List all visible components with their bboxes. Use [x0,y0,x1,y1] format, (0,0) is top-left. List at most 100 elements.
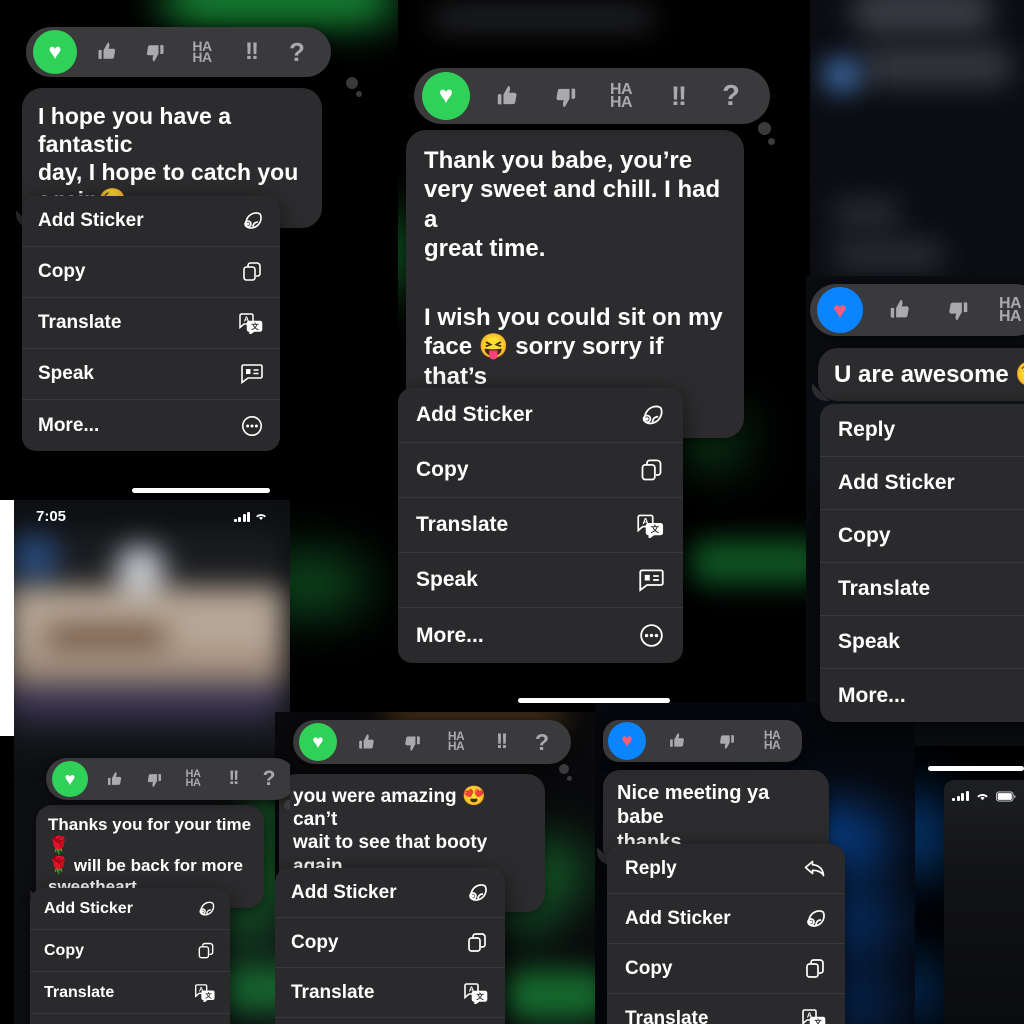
add-sticker-icon [465,881,489,905]
menu-item-speak[interactable]: Speak [398,553,683,608]
translate-icon: A文 [636,513,665,538]
menu-item-copy[interactable]: Copy [607,944,845,994]
menu-item-speak[interactable]: Speak [820,616,1024,669]
menu-item-speak[interactable]: Speak [275,1018,505,1024]
reaction-heart-selected[interactable]: ♥ [33,30,77,74]
reaction-bar[interactable]: ♥ HA HA !! ? [293,720,572,781]
reaction-haha[interactable]: HA HA [750,729,794,751]
bubble-line: face 😝 sorry sorry if that’s [424,333,664,390]
reaction-question[interactable]: ? [275,37,319,68]
wifi-icon [976,793,988,801]
menu-item-copy[interactable]: Copy [275,918,505,968]
reaction-thumbs-down[interactable] [536,83,592,110]
reaction-exclamation[interactable]: !! [479,730,523,754]
reaction-exclamation[interactable]: !! [214,768,252,790]
menu-item-more[interactable]: More... [22,400,280,451]
reaction-thumbs-up[interactable] [873,297,929,323]
menu-item-copy[interactable]: Copy [30,930,230,972]
menu-item-label: Translate [838,577,931,600]
reaction-thumbs-down[interactable] [929,297,985,323]
menu-item-translate[interactable]: Translate [820,563,1024,616]
panel-right: ♥ HAHA U are awesome 😘 Reply Add Sticker [806,276,1024,746]
menu-item-translate[interactable]: Translate A文 [398,498,683,553]
reaction-haha[interactable]: HA HA [172,768,214,788]
speak-icon [638,568,665,593]
reaction-question[interactable]: ? [706,80,756,113]
reaction-bar-tail-large [346,77,358,89]
reaction-heart-selected[interactable]: ♥ [422,72,470,120]
svg-text:文: 文 [651,524,660,534]
haha-line-2: HA [998,308,1022,325]
reaction-bar-tail-large [758,122,771,135]
speak-icon [240,363,264,385]
reaction-thumbs-down[interactable] [389,732,433,753]
thumbs-down-icon [147,773,161,787]
bubble-blank-line [424,263,726,303]
reaction-exclamation[interactable]: !! [650,81,706,112]
reaction-heart-selected[interactable]: ♥ [817,287,863,333]
bubble-line: Thank you babe, you’re [424,147,693,174]
menu-item-reply[interactable]: Reply [820,404,1024,457]
reply-icon [803,858,827,880]
menu-item-label: Add Sticker [291,881,397,903]
reaction-haha[interactable]: HA HA [592,81,650,111]
menu-item-copy[interactable]: Copy [820,510,1024,563]
menu-item-label: Translate [44,983,115,1001]
wifi-icon [256,514,266,520]
more-icon [638,622,665,649]
menu-item-speak[interactable]: Speak [30,1014,230,1024]
menu-item-translate[interactable]: Translate A文 [275,968,505,1018]
menu-item-add-sticker[interactable]: Add Sticker [820,457,1024,510]
panel-bottom-right: ♥ HA HA Nice meeting ya babe thanks Reply [595,702,915,1024]
menu-item-reply[interactable]: Reply [607,844,845,894]
bubble-line: Nice meeting ya babe [617,782,770,829]
message-bubble[interactable]: U are awesome 😘 [818,348,1024,402]
haha-line-2: HA [192,49,212,65]
reaction-thumbs-down[interactable] [702,731,750,751]
menu-item-add-sticker[interactable]: Add Sticker [22,196,280,247]
menu-item-more[interactable]: More... [398,608,683,663]
menu-item-label: Translate [291,981,375,1003]
menu-item-translate[interactable]: Translate A文 [30,972,230,1014]
reaction-haha[interactable]: HA HA [177,39,227,65]
menu-item-label: Add Sticker [838,471,955,494]
reaction-thumbs-up[interactable] [480,83,536,110]
reaction-thumbs-down[interactable] [134,770,172,789]
reaction-heart-selected[interactable]: ♥ [608,722,646,760]
reaction-heart-selected[interactable]: ♥ [299,723,337,761]
menu-item-copy[interactable]: Copy [398,443,683,498]
menu-item-add-sticker[interactable]: Add Sticker [275,868,505,918]
menu-item-add-sticker[interactable]: Add Sticker [398,388,683,443]
reaction-bar[interactable]: ♥ HA HA [603,720,802,762]
translate-icon: A文 [463,982,489,1004]
reaction-haha[interactable]: HA HA [985,295,1024,325]
reaction-question[interactable]: ? [252,767,286,791]
menu-item-copy[interactable]: Copy [22,247,280,298]
menu-item-add-sticker[interactable]: Add Sticker [30,888,230,930]
reaction-question[interactable]: ? [523,729,561,756]
menu-item-translate[interactable]: Translate A文 [607,994,845,1024]
reaction-bar[interactable]: ♥ HA HA !! ? [26,27,362,97]
reaction-bar-tail-small [356,91,362,97]
reaction-thumbs-up[interactable] [654,731,702,751]
reaction-bar[interactable]: ♥ HA HA [810,284,1024,336]
reaction-bar[interactable]: ♥ HA HA !! ? [46,758,290,810]
menu-item-more[interactable]: More... [820,669,1024,722]
haha-line-2: HA [609,94,633,111]
reaction-haha[interactable]: HA HA [433,730,479,752]
reaction-bar[interactable]: ♥ HA HA !! ? [414,68,775,145]
reaction-thumbs-up[interactable] [96,770,134,789]
reaction-heart-selected[interactable]: ♥ [52,761,88,797]
menu-item-label: Speak [838,630,900,653]
menu-item-translate[interactable]: Translate A文 [22,298,280,349]
reaction-bar-tail-small [567,776,572,781]
menu-item-speak[interactable]: Speak [22,349,280,400]
menu-item-label: More... [38,414,100,436]
reaction-thumbs-up[interactable] [85,40,131,64]
thumbs-up-icon [98,42,116,59]
reaction-thumbs-down[interactable] [131,40,177,64]
menu-item-add-sticker[interactable]: Add Sticker [607,894,845,944]
svg-text:文: 文 [251,321,259,331]
reaction-exclamation[interactable]: !! [227,38,275,66]
reaction-thumbs-up[interactable] [345,732,389,753]
